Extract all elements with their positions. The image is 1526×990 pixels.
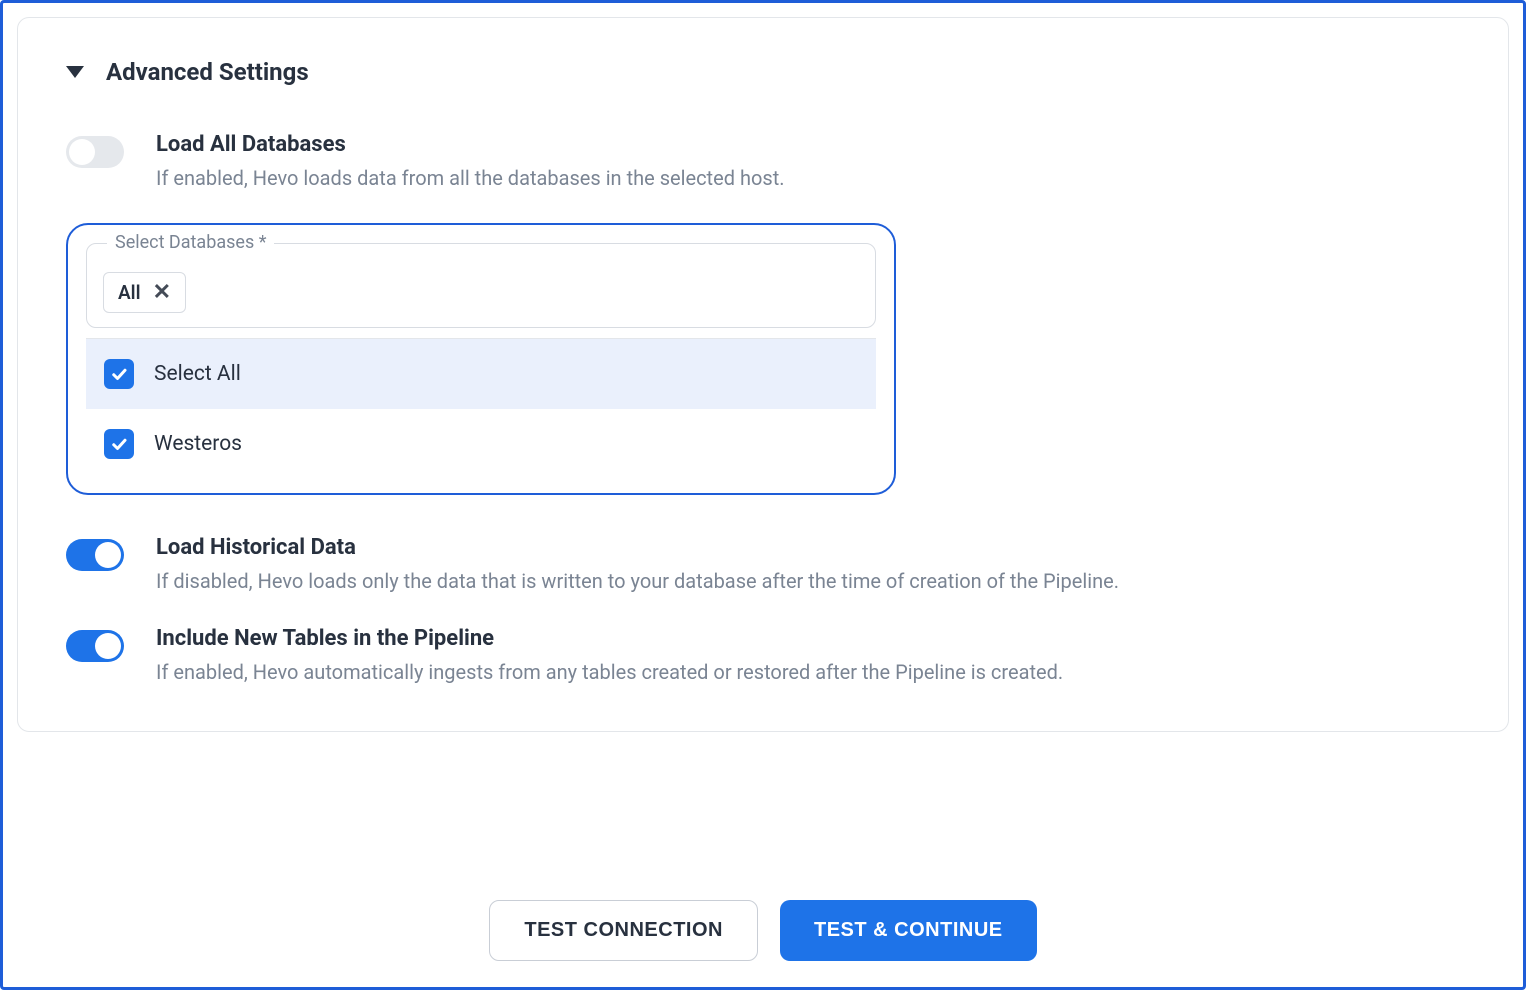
- section-title: Advanced Settings: [106, 58, 309, 86]
- toggle-knob: [95, 633, 121, 659]
- select-databases-field[interactable]: Select Databases * All ✕: [86, 243, 876, 328]
- toggle-knob: [69, 139, 95, 165]
- checkmark-icon: [110, 435, 128, 453]
- checkmark-icon: [110, 365, 128, 383]
- chip-label: All: [118, 281, 141, 304]
- setting-text: Load All Databases If enabled, Hevo load…: [156, 132, 1460, 193]
- setting-load-historical-data: Load Historical Data If disabled, Hevo l…: [66, 535, 1460, 596]
- dropdown-item-select-all[interactable]: Select All: [86, 339, 876, 409]
- footer-actions: TEST CONNECTION TEST & CONTINUE: [3, 900, 1523, 961]
- dropdown-item-label: Select All: [154, 362, 241, 386]
- toggle-load-all-databases[interactable]: [66, 136, 124, 168]
- checkbox-westeros[interactable]: [104, 429, 134, 459]
- dropdown-item-westeros[interactable]: Westeros: [86, 409, 876, 479]
- caret-down-icon: [66, 66, 84, 78]
- toggle-include-new-tables[interactable]: [66, 630, 124, 662]
- setting-label: Load Historical Data: [156, 535, 1460, 560]
- test-connection-button[interactable]: TEST CONNECTION: [489, 900, 758, 961]
- toggle-knob: [95, 542, 121, 568]
- setting-text: Load Historical Data If disabled, Hevo l…: [156, 535, 1460, 596]
- setting-include-new-tables: Include New Tables in the Pipeline If en…: [66, 626, 1460, 687]
- select-databases[interactable]: Select Databases * All ✕ Select All West…: [66, 223, 896, 495]
- setting-desc: If disabled, Hevo loads only the data th…: [156, 566, 1460, 596]
- select-databases-legend: Select Databases *: [107, 232, 274, 253]
- setting-label: Load All Databases: [156, 132, 1460, 157]
- checkbox-select-all[interactable]: [104, 359, 134, 389]
- setting-desc: If enabled, Hevo automatically ingests f…: [156, 657, 1460, 687]
- setting-label: Include New Tables in the Pipeline: [156, 626, 1460, 651]
- setting-text: Include New Tables in the Pipeline If en…: [156, 626, 1460, 687]
- setting-load-all-databases: Load All Databases If enabled, Hevo load…: [66, 132, 1460, 193]
- chip-all[interactable]: All ✕: [103, 272, 186, 313]
- close-icon[interactable]: ✕: [153, 282, 171, 304]
- setting-desc: If enabled, Hevo loads data from all the…: [156, 163, 1460, 193]
- advanced-settings-card: Advanced Settings Load All Databases If …: [17, 17, 1509, 732]
- toggle-load-historical-data[interactable]: [66, 539, 124, 571]
- select-databases-dropdown: Select All Westeros: [86, 338, 876, 479]
- section-header[interactable]: Advanced Settings: [66, 58, 1460, 86]
- test-continue-button[interactable]: TEST & CONTINUE: [780, 900, 1037, 961]
- dropdown-item-label: Westeros: [154, 432, 242, 456]
